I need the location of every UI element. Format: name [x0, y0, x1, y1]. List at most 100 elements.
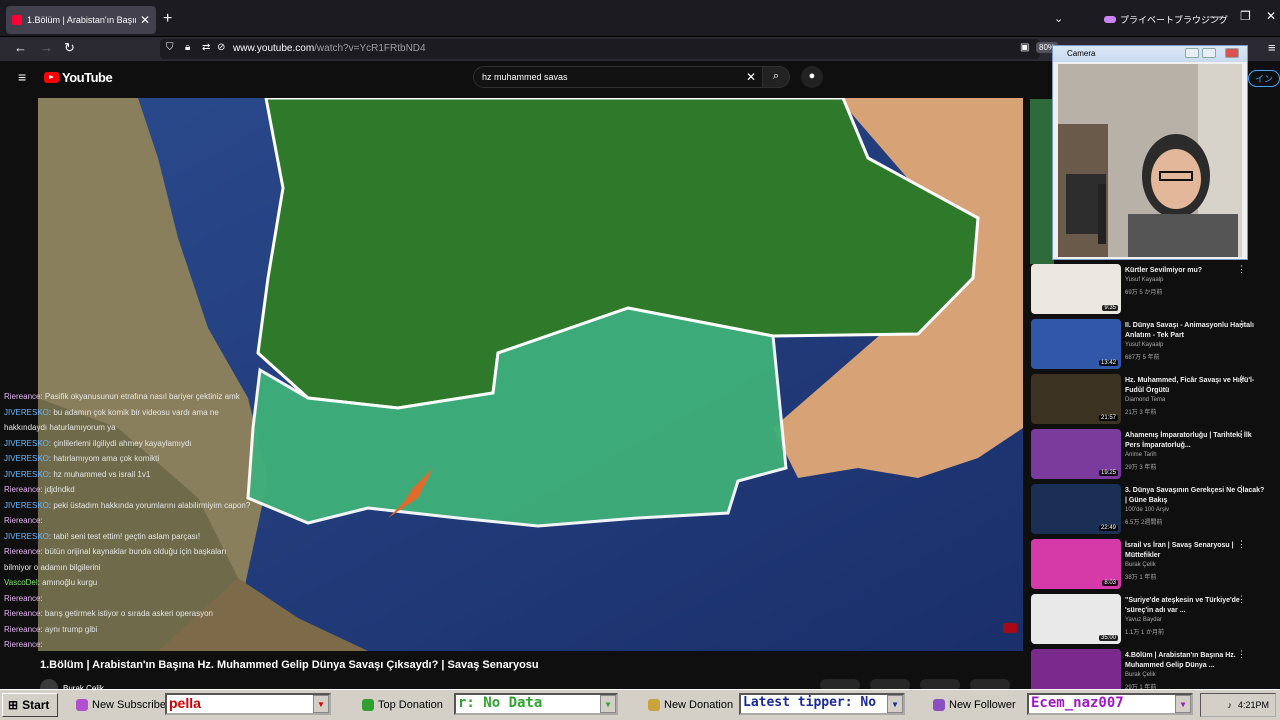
video-duration: 13:42: [1098, 360, 1118, 366]
dropdown-arrow-icon[interactable]: ▼: [313, 695, 329, 713]
more-options-icon[interactable]: ⋮: [1237, 649, 1246, 660]
camera-minimize-button[interactable]: [1185, 48, 1199, 58]
volume-icon[interactable]: ♪: [1227, 700, 1232, 710]
address-bar[interactable]: ⛉ 🔒︎ ⇄ ⊘ www.youtube.com/watch?v=YcR1FRt…: [160, 39, 1040, 59]
new-follower-value: Ecem_naz007: [1031, 695, 1124, 711]
chat-username: Riereance: [4, 624, 41, 634]
more-options-icon[interactable]: ⋮: [1237, 319, 1246, 330]
clear-search-icon[interactable]: ✕: [746, 70, 756, 84]
shield-icon[interactable]: ⛉: [166, 42, 174, 53]
more-options-icon[interactable]: ⋮: [1237, 374, 1246, 385]
reload-button[interactable]: ↻: [64, 40, 75, 56]
autoplay-blocked-icon[interactable]: ⊘: [217, 42, 225, 53]
sidebar-top-thumbnails[interactable]: [1030, 99, 1054, 264]
back-button[interactable]: ←: [14, 40, 27, 55]
recommended-channel[interactable]: Yusuf Kayaalp: [1125, 277, 1163, 283]
forward-button[interactable]: →: [40, 40, 53, 55]
recommended-channel[interactable]: 100'de 100 Arşiv: [1125, 507, 1169, 513]
video-duration: 35:00: [1098, 635, 1118, 641]
new-donation-text: New Donation: [664, 699, 734, 711]
browser-tab[interactable]: 1.Bölüm | Arabistan'ın Başına H ✕: [6, 6, 156, 34]
close-window-button[interactable]: ✕: [1266, 9, 1276, 23]
lock-icon[interactable]: 🔒︎: [185, 42, 190, 53]
tab-title: 1.Bölüm | Arabistan'ın Başına H: [27, 15, 136, 25]
recommended-channel[interactable]: Diamond Tema: [1125, 397, 1165, 403]
new-subscriber-field[interactable]: pella ▼: [165, 693, 331, 715]
dropdown-arrow-icon[interactable]: ▼: [600, 695, 616, 713]
video-thumbnail[interactable]: 19:25: [1031, 429, 1121, 479]
new-subscriber-label[interactable]: New Subscriber: [76, 694, 170, 716]
recommended-video[interactable]: 35:00 "Suriye'de ateşkesin ve Türkiye'de …: [1030, 594, 1280, 646]
chat-message: JIVERESKO: bu adamın çok komik bir video…: [4, 405, 254, 436]
new-follower-text: New Follower: [949, 699, 1016, 711]
top-donation-field[interactable]: r: No Data ▼: [454, 693, 618, 715]
chat-username: JIVERESKO: [4, 531, 49, 541]
youtube-play-icon: [44, 72, 59, 83]
video-thumbnail[interactable]: 9:35: [1031, 264, 1121, 314]
search-input[interactable]: hz muhammed savas: [482, 72, 568, 82]
recommended-video[interactable]: 21:57 Hz. Muhammed, Ficâr Savaşı ve Hılfü…: [1030, 374, 1280, 426]
start-button[interactable]: ⊞ Start: [2, 693, 58, 717]
new-tab-button[interactable]: +: [163, 10, 172, 28]
maximize-button[interactable]: ❐: [1240, 9, 1251, 23]
search-button[interactable]: ⌕: [762, 66, 790, 88]
chat-message: JIVERESKO: hatırlamıyom ama çok komikti: [4, 451, 254, 467]
more-options-icon[interactable]: ⋮: [1237, 264, 1246, 275]
recommended-channel[interactable]: Anime Tarih: [1125, 452, 1157, 458]
top-donation-text: Top Donation: [378, 699, 443, 711]
camera-window[interactable]: Camera: [1052, 45, 1248, 260]
more-options-icon[interactable]: ⋮: [1237, 539, 1246, 550]
minimize-button[interactable]: —: [1210, 9, 1222, 23]
recommended-video[interactable]: 19:25 Ahamenış İmparatorluğu | Tarihteki …: [1030, 429, 1280, 481]
recommended-video[interactable]: 9:35 Kürtler Sevilmiyor mu? Yusuf Kayaalp 6…: [1030, 264, 1280, 316]
new-subscriber-value: pella: [169, 695, 201, 711]
video-thumbnail[interactable]: 22:49: [1031, 484, 1121, 534]
voice-search-button[interactable]: ●: [801, 66, 823, 88]
tab-list-chevron-icon[interactable]: ⌄: [1054, 12, 1063, 25]
guide-menu-icon[interactable]: ≡: [18, 69, 26, 85]
clock[interactable]: 4:21PM: [1238, 700, 1269, 710]
camera-title-bar[interactable]: Camera: [1053, 46, 1247, 62]
top-donation-value: r: No Data: [458, 695, 543, 711]
new-donation-field[interactable]: Latest tipper: No ▼: [739, 693, 905, 715]
chat-text: : Pasifik okyanusunun etrafına nasıl bar…: [40, 392, 240, 401]
more-options-icon[interactable]: ⋮: [1237, 484, 1246, 495]
youtube-logo[interactable]: YouTube: [44, 70, 113, 85]
dropdown-arrow-icon[interactable]: ▼: [1175, 695, 1191, 713]
new-donation-label[interactable]: New Donation: [648, 694, 733, 716]
tab-close-icon[interactable]: ✕: [140, 13, 150, 27]
camera-maximize-button[interactable]: [1202, 48, 1216, 58]
video-thumbnail[interactable]: 21:57: [1031, 374, 1121, 424]
chat-message: Riereance: aynı trump gibi: [4, 622, 254, 638]
recommended-channel[interactable]: Burak Çelik: [1125, 672, 1156, 678]
recommended-channel[interactable]: Yusuf Kayaalp: [1125, 342, 1163, 348]
url-text: www.youtube.com/watch?v=YcR1FRtbND4: [233, 43, 426, 54]
more-options-icon[interactable]: ⋮: [1237, 429, 1246, 440]
subscriber-icon: [76, 699, 88, 711]
youtube-watermark-icon[interactable]: [1003, 623, 1017, 633]
new-follower-field[interactable]: Ecem_naz007 ▼: [1027, 693, 1193, 715]
recommended-video[interactable]: 8:03 İsrail vs İran | Savaş Senaryosu | M…: [1030, 539, 1280, 591]
chat-message: Riereance: bütün orijinal kaynaklar bund…: [4, 544, 254, 575]
recommended-video[interactable]: 13:42 II. Dünya Savaşı - Animasyonlu Hari…: [1030, 319, 1280, 371]
video-thumbnail[interactable]: 8:03: [1031, 539, 1121, 589]
camera-close-button[interactable]: [1225, 48, 1239, 58]
new-follower-label[interactable]: New Follower: [933, 694, 1016, 716]
pip-icon[interactable]: ▣: [1020, 42, 1029, 53]
recommended-video[interactable]: 22:49 3. Dünya Savaşının Gerekçesi Ne Ola…: [1030, 484, 1280, 536]
more-options-icon[interactable]: ⋮: [1237, 594, 1246, 605]
url-path: /watch?v=YcR1FRtbND4: [314, 43, 426, 54]
video-thumbnail[interactable]: 13:42: [1031, 319, 1121, 369]
webcam-image: [1058, 64, 1242, 257]
video-thumbnail[interactable]: 35:00: [1031, 594, 1121, 644]
recommended-channel[interactable]: Yavuz Baydar: [1125, 617, 1162, 623]
recommended-channel[interactable]: Burak Çelik: [1125, 562, 1156, 568]
dropdown-arrow-icon[interactable]: ▼: [887, 695, 903, 713]
search-box[interactable]: hz muhammed savas ✕: [473, 66, 763, 88]
permissions-icon[interactable]: ⇄: [202, 42, 210, 53]
chat-text: : peki üstadım hakkında yorumlarını alab…: [48, 500, 251, 510]
app-menu-icon[interactable]: ≡: [1268, 40, 1276, 55]
top-donation-label[interactable]: Top Donation: [362, 694, 443, 716]
sign-in-button[interactable]: イン: [1248, 70, 1280, 87]
recommended-meta: 29万 3 年前: [1125, 465, 1157, 471]
